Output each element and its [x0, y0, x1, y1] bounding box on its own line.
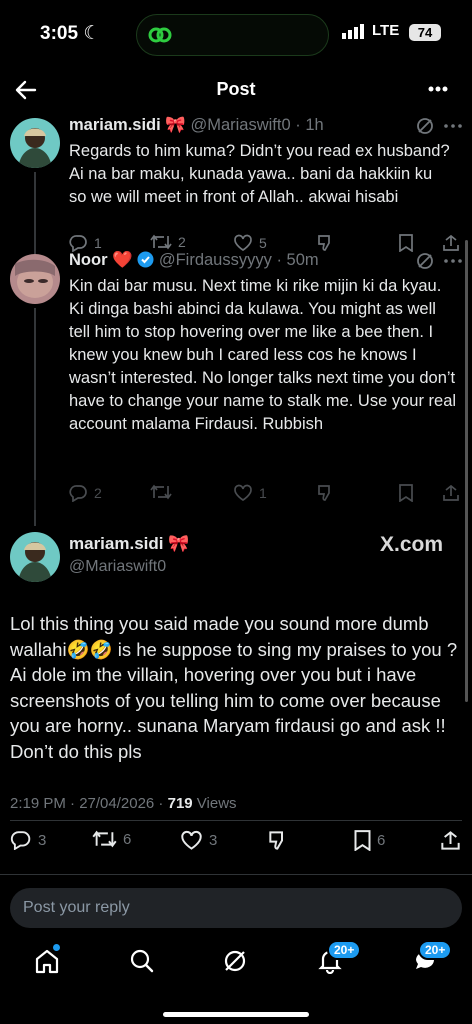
avatar[interactable] [10, 118, 60, 168]
dislike-button[interactable] [268, 830, 289, 851]
nav-messages[interactable]: 20+ [412, 940, 453, 974]
network-label: LTE [372, 22, 400, 39]
author-name[interactable]: Noor [69, 251, 108, 269]
bookmark-button[interactable]: 6 [354, 830, 385, 851]
author-handle[interactable]: @Mariaswift0 [69, 558, 166, 576]
moon-icon: ☾ [83, 23, 101, 44]
bottom-nav: 20+ 20+ [0, 940, 472, 1024]
repost-button[interactable]: 2 [150, 234, 186, 250]
post-text: Regards to him kuma? Didn’t you read ex … [69, 142, 450, 206]
share-button[interactable] [440, 830, 461, 851]
more-options-icon[interactable] [428, 86, 448, 92]
heart-emoji: ❤️ [112, 251, 133, 269]
main-post-actions: 3 6 3 6 [10, 830, 462, 852]
reply-button[interactable]: 3 [10, 830, 46, 850]
main-post-text: Lol this thing you said made you sound m… [10, 613, 458, 762]
reply-icon [69, 235, 87, 252]
post-text: Kin dai bar musu. Next time ki rike miji… [69, 277, 457, 433]
reply-input[interactable]: Post your reply [10, 888, 462, 928]
bookmark-icon [354, 830, 371, 851]
bookmark-icon [399, 234, 413, 252]
repost-icon [92, 830, 117, 848]
nav-notifications[interactable]: 20+ [317, 940, 362, 974]
nav-search[interactable] [129, 948, 155, 974]
heart-icon [181, 830, 202, 850]
notification-badge: 20+ [327, 940, 362, 960]
messages-badge: 20+ [418, 940, 453, 960]
watermark: X.com [380, 533, 444, 556]
share-icon [441, 831, 460, 850]
divider [0, 874, 472, 875]
nav-home[interactable] [34, 944, 60, 974]
heart-icon [234, 234, 252, 252]
bow-emoji: 🎀 [168, 534, 190, 553]
reply-icon [10, 831, 31, 850]
post-timestamp: 2:19 PM · 27/04/2026 · 719 Views [10, 795, 237, 812]
post-age: 50m [286, 251, 319, 269]
author-handle[interactable]: @Mariaswift0 [190, 116, 290, 134]
grok-icon [224, 950, 246, 972]
post-header: Noor ❤️ @Firdaussyyyy · 50m [69, 251, 319, 269]
fade-overlay [0, 480, 472, 510]
home-icon [35, 949, 59, 974]
share-icon [443, 234, 459, 251]
more-options-icon[interactable] [444, 124, 462, 128]
views-count: 719 [167, 795, 193, 812]
repost-button[interactable]: 6 [92, 830, 131, 848]
link-icon [148, 27, 172, 43]
stats-button[interactable] [317, 234, 335, 252]
reply-button[interactable]: 1 [69, 234, 102, 252]
like-button[interactable]: 5 [233, 234, 267, 252]
grok-icon[interactable] [416, 252, 434, 270]
avatar[interactable] [10, 532, 60, 582]
author-name[interactable]: mariam.sidi [69, 116, 161, 134]
dislike-icon [269, 831, 283, 850]
avatar[interactable] [10, 254, 60, 304]
verified-badge-icon [137, 251, 154, 268]
signal-indicator: LTE [342, 22, 399, 39]
thread-line [34, 172, 36, 254]
signal-icon [342, 23, 364, 39]
page-title: Post [216, 79, 256, 99]
bow-emoji: 🎀 [165, 116, 186, 134]
like-button[interactable]: 3 [180, 830, 217, 851]
search-icon [130, 949, 154, 973]
status-time: 3:05 ☾ [40, 23, 101, 44]
post-header: mariam.sidi 🎀 @Mariaswift0 · 1h [69, 116, 324, 134]
scrollbar[interactable] [465, 240, 468, 702]
share-button[interactable] [442, 234, 460, 252]
more-options-icon[interactable] [444, 259, 462, 263]
grok-icon[interactable] [416, 117, 434, 135]
battery-icon: 74 [409, 24, 441, 41]
dislike-icon [318, 235, 330, 251]
home-indicator [163, 1012, 309, 1017]
author-header: mariam.sidi 🎀 [69, 534, 189, 554]
repost-icon [150, 234, 172, 250]
dynamic-island [136, 14, 329, 56]
divider [10, 820, 462, 821]
bookmark-button[interactable] [399, 234, 413, 252]
nav-grok[interactable] [222, 948, 248, 974]
unread-dot [53, 944, 60, 951]
post-age: 1h [305, 116, 324, 134]
author-handle[interactable]: @Firdaussyyyy [159, 251, 272, 269]
author-name[interactable]: mariam.sidi [69, 534, 164, 553]
